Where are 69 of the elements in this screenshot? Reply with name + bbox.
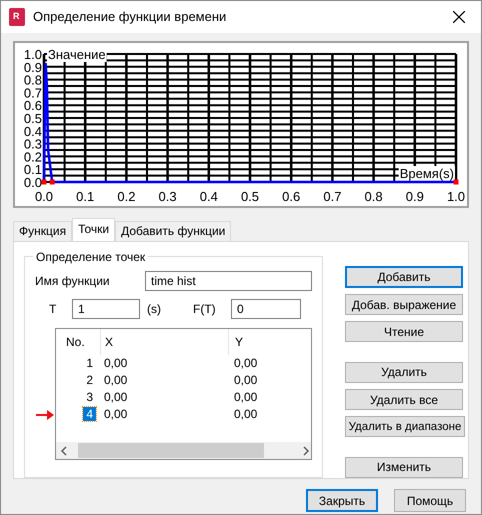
table-cell-text: 0,00 bbox=[103, 372, 128, 389]
app-icon: R bbox=[9, 8, 25, 26]
tick-label: 0.6 bbox=[282, 189, 300, 204]
tick-label: 0.7 bbox=[24, 85, 42, 100]
tick-label: 0.0 bbox=[34, 189, 54, 204]
button[interactable]: Удалить в диапазоне bbox=[345, 416, 465, 438]
tick-label: 0.2 bbox=[117, 189, 136, 204]
ft-field[interactable]: 0 bbox=[231, 299, 301, 319]
function-name-field[interactable]: time hist bbox=[145, 271, 312, 291]
button[interactable]: Изменить bbox=[345, 456, 463, 478]
close-icon[interactable] bbox=[453, 11, 465, 23]
button[interactable]: Добавить bbox=[345, 266, 463, 288]
tick-label: 0.5 bbox=[24, 111, 42, 126]
column-header[interactable]: X bbox=[100, 329, 228, 355]
tick-label: 0.1 bbox=[24, 162, 42, 178]
tick-label: 0.3 bbox=[24, 136, 42, 152]
tick-label: 0.5 bbox=[240, 189, 260, 204]
button[interactable]: Помощь bbox=[394, 489, 466, 512]
button[interactable]: Закрыть bbox=[306, 489, 378, 512]
tick-label: 0.8 bbox=[364, 189, 383, 204]
table-cell-text: 0,00 bbox=[103, 406, 128, 423]
table-cell-text: 0,00 bbox=[103, 355, 128, 372]
button[interactable]: Добав. выражение bbox=[345, 294, 463, 316]
tick-label: 0.2 bbox=[24, 149, 42, 164]
tick-label: 1.0 bbox=[24, 47, 42, 62]
data-point bbox=[42, 180, 46, 184]
tick-label: 0.4 bbox=[200, 189, 218, 204]
tick-label: 0.6 bbox=[24, 98, 42, 114]
row-number[interactable]: 2 bbox=[83, 373, 96, 387]
data-point bbox=[454, 180, 458, 184]
column-header[interactable]: Y bbox=[228, 329, 244, 355]
arrow-icon bbox=[36, 410, 54, 420]
button[interactable]: Удалить bbox=[345, 362, 463, 384]
tick-label: 0.9 bbox=[24, 60, 42, 75]
horizontal-scrollbar[interactable] bbox=[56, 442, 311, 459]
field-label: Имя функции bbox=[35, 273, 111, 290]
tick-label: 0.3 bbox=[158, 189, 177, 204]
table-cell-text: 0,00 bbox=[103, 389, 128, 406]
axis-title: Время(s) bbox=[400, 166, 454, 181]
scroll-left-icon[interactable] bbox=[60, 446, 68, 456]
tick-label: 0.0 bbox=[24, 175, 42, 190]
row-number[interactable]: 4 bbox=[83, 407, 96, 421]
table-cell-text: 0,00 bbox=[233, 372, 258, 389]
table-cell-text: 0,00 bbox=[233, 406, 258, 423]
field-label: F(T) bbox=[193, 301, 217, 318]
tab[interactable]: Функция bbox=[13, 221, 72, 241]
button[interactable]: Удалить все bbox=[345, 389, 463, 410]
table-cell-text: 0,00 bbox=[233, 355, 258, 372]
column-header[interactable]: No. bbox=[56, 329, 100, 355]
tick-label: 0.8 bbox=[24, 72, 42, 88]
button[interactable]: Чтение bbox=[345, 321, 463, 342]
tick-label: 0.7 bbox=[323, 189, 342, 204]
tick-label: 0.4 bbox=[24, 124, 42, 139]
unit-label: (s) bbox=[147, 301, 162, 318]
window-title: Определение функции времени bbox=[33, 8, 228, 26]
table-cell-text: 0,00 bbox=[233, 389, 258, 406]
field-label: T bbox=[49, 301, 58, 318]
t-field[interactable]: 1 bbox=[72, 299, 140, 319]
scrollbar-thumb[interactable] bbox=[78, 443, 264, 458]
row-number[interactable]: 3 bbox=[83, 390, 96, 404]
tab[interactable]: Добавить функции bbox=[115, 221, 232, 241]
scroll-right-icon[interactable] bbox=[302, 446, 310, 456]
row-number[interactable]: 1 bbox=[83, 356, 96, 370]
axis-title: Значение bbox=[48, 47, 106, 62]
tick-label: 1.0 bbox=[446, 189, 466, 204]
tick-label: 0.1 bbox=[76, 189, 94, 204]
data-point bbox=[50, 180, 55, 184]
tick-label: 0.9 bbox=[406, 189, 424, 204]
tab[interactable]: Точки bbox=[72, 218, 116, 241]
